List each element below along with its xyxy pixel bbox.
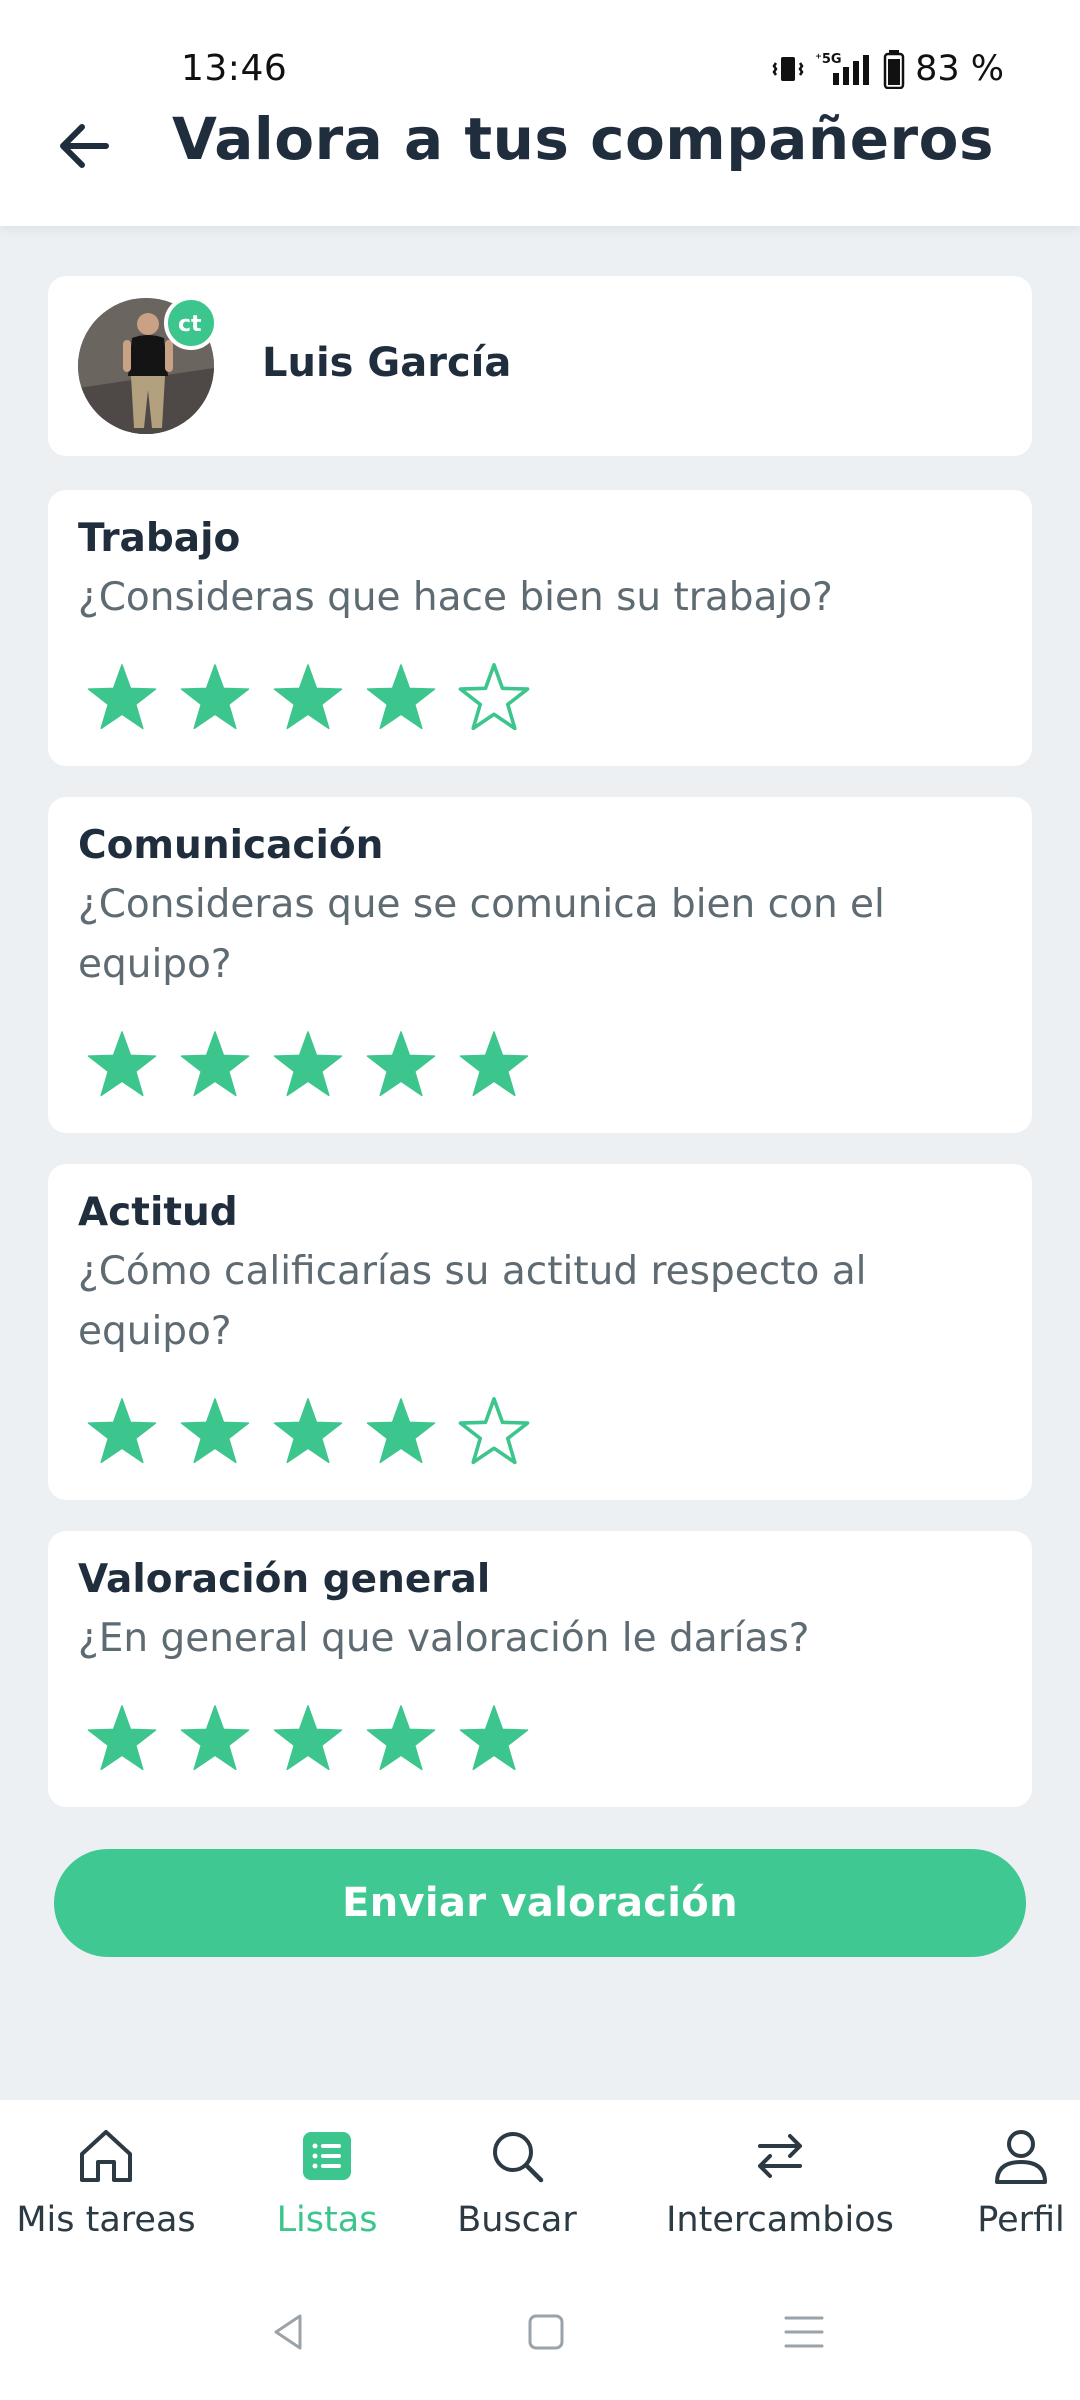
nav-label: Mis tareas <box>16 2200 196 2240</box>
page-title: Valora a tus compañeros <box>172 105 994 173</box>
star-filled-icon[interactable] <box>86 1029 158 1101</box>
vibrate-icon <box>772 57 804 81</box>
star-filled-icon[interactable] <box>179 662 251 734</box>
nav-item-intercambios[interactable]: Intercambios <box>648 2124 912 2240</box>
svg-text:⁺5G: ⁺5G <box>815 52 842 67</box>
star-filled-icon[interactable] <box>86 662 158 734</box>
app-header: 13:46 ⁺5G 83 % Valora a tus compañeros <box>0 0 1080 226</box>
star-filled-icon[interactable] <box>272 1029 344 1101</box>
signal-icon: ⁺5G <box>815 52 870 85</box>
star-outline-icon[interactable] <box>458 662 530 734</box>
status-time: 13:46 <box>181 48 288 89</box>
star-outline-icon[interactable] <box>458 1396 530 1468</box>
rating-question: ¿Consideras que se comunica bien con el … <box>78 882 885 987</box>
system-navigation-bar <box>0 2260 1080 2400</box>
rating-title: Comunicación <box>78 823 384 868</box>
back-triangle-icon[interactable] <box>266 2310 310 2354</box>
svg-text:ct: ct <box>178 312 202 337</box>
home-square-icon[interactable] <box>524 2310 568 2354</box>
star-filled-icon[interactable] <box>365 1396 437 1468</box>
search-icon <box>493 2132 544 2183</box>
rating-title: Valoración general <box>78 1557 491 1602</box>
star-filled-icon[interactable] <box>458 1703 530 1775</box>
arrow-left-icon <box>60 124 109 168</box>
star-filled-icon[interactable] <box>179 1396 251 1468</box>
nav-label: Perfil <box>977 2200 1065 2240</box>
rating-card-actitud: Actitud ¿Cómo calificarías su actitud re… <box>48 1164 1032 1500</box>
nav-item-mis-tareas[interactable]: Mis tareas <box>6 2124 206 2240</box>
rating-title: Actitud <box>78 1190 238 1235</box>
star-filled-icon[interactable] <box>365 662 437 734</box>
nav-item-listas[interactable]: Listas <box>252 2124 402 2240</box>
battery-icon <box>883 50 905 89</box>
star-filled-icon[interactable] <box>272 1703 344 1775</box>
user-icon <box>995 2130 1047 2184</box>
star-filled-icon[interactable] <box>365 1703 437 1775</box>
star-filled-icon[interactable] <box>86 1396 158 1468</box>
star-rating <box>86 1029 530 1101</box>
nav-item-perfil[interactable]: Perfil <box>966 2124 1076 2240</box>
home-icon <box>80 2130 132 2182</box>
rating-question: ¿Consideras que hace bien su trabajo? <box>78 575 833 620</box>
profile-card: ct Luis García <box>48 276 1032 456</box>
star-rating <box>86 1396 530 1468</box>
bottom-navigation: Mis tareas Listas Buscar Intercambios Pe… <box>0 2100 1080 2260</box>
rating-card-trabajo: Trabajo ¿Consideras que hace bien su tra… <box>48 490 1032 766</box>
list-icon <box>303 2132 351 2180</box>
battery-level: 83 % <box>915 49 1004 89</box>
back-button[interactable] <box>46 108 122 184</box>
star-filled-icon[interactable] <box>458 1029 530 1101</box>
nav-label: Buscar <box>457 2200 577 2240</box>
team-badge-icon: ct <box>164 296 218 350</box>
star-rating <box>86 662 530 734</box>
nav-item-buscar[interactable]: Buscar <box>442 2124 592 2240</box>
nav-label: Intercambios <box>666 2200 894 2240</box>
status-bar: 13:46 ⁺5G 83 % <box>0 40 1080 100</box>
rating-question: ¿Cómo calificarías su actitud respecto a… <box>78 1249 867 1354</box>
star-filled-icon[interactable] <box>272 662 344 734</box>
rating-title: Trabajo <box>78 516 241 561</box>
status-icons: ⁺5G 83 % <box>771 46 1004 92</box>
star-filled-icon[interactable] <box>86 1703 158 1775</box>
rating-question: ¿En general que valoración le darías? <box>78 1616 810 1661</box>
star-filled-icon[interactable] <box>179 1029 251 1101</box>
submit-rating-button[interactable]: Enviar valoración <box>54 1849 1026 1957</box>
profile-name: Luis García <box>262 340 512 386</box>
swap-icon <box>758 2134 802 2178</box>
star-filled-icon[interactable] <box>272 1396 344 1468</box>
menu-lines-icon[interactable] <box>782 2310 826 2354</box>
star-filled-icon[interactable] <box>365 1029 437 1101</box>
star-filled-icon[interactable] <box>179 1703 251 1775</box>
rating-card-comunicacion: Comunicación ¿Consideras que se comunica… <box>48 797 1032 1133</box>
star-rating <box>86 1703 530 1775</box>
nav-label: Listas <box>276 2200 378 2240</box>
rating-card-valoracion-general: Valoración general ¿En general que valor… <box>48 1531 1032 1807</box>
